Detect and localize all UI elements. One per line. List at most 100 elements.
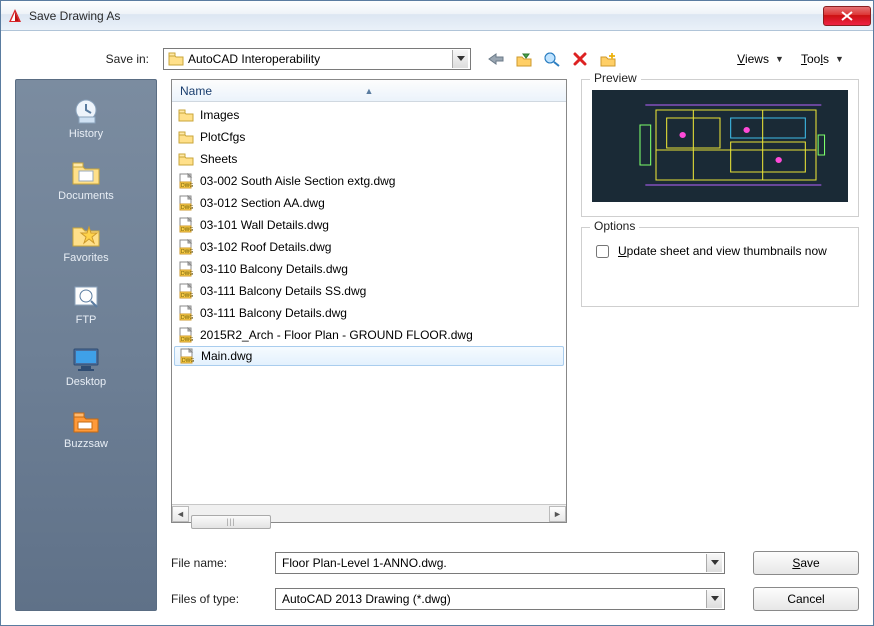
scroll-left-arrow[interactable]: ◄: [172, 506, 189, 522]
file-name: Main.dwg: [201, 349, 252, 363]
documents-icon: [68, 156, 104, 188]
search-web-button[interactable]: [543, 50, 561, 68]
dwg-file-icon: DWG: [178, 217, 194, 233]
filename-row: File name: Floor Plan-Level 1-ANNO.dwg. …: [171, 551, 859, 575]
chevron-down-icon[interactable]: [452, 50, 468, 68]
file-name: PlotCfgs: [200, 130, 245, 144]
save-drawing-as-dialog: Save Drawing As Save in: AutoCAD Interop…: [0, 0, 874, 626]
place-label: Favorites: [63, 252, 108, 264]
file-row[interactable]: PlotCfgs: [172, 126, 566, 148]
file-name: 03-002 South Aisle Section extg.dwg: [200, 174, 395, 188]
chevron-down-icon[interactable]: [706, 554, 722, 572]
file-name: 03-111 Balcony Details.dwg: [200, 306, 347, 320]
options-title: Options: [590, 219, 639, 233]
file-row[interactable]: DWG 03-111 Balcony Details.dwg: [172, 302, 566, 324]
views-menu[interactable]: Views: [735, 52, 771, 66]
file-name: 03-111 Balcony Details SS.dwg: [200, 284, 366, 298]
filetype-row: Files of type: AutoCAD 2013 Drawing (*.d…: [171, 587, 859, 611]
column-header-name[interactable]: Name ▲: [172, 80, 566, 102]
titlebar: Save Drawing As: [1, 1, 873, 31]
place-label: Documents: [58, 190, 114, 202]
update-thumbnails-row: Update sheet and view thumbnails now: [592, 244, 848, 261]
up-one-level-button[interactable]: [515, 50, 533, 68]
svg-text:DWG: DWG: [181, 315, 193, 321]
file-row[interactable]: DWG 03-002 South Aisle Section extg.dwg: [172, 170, 566, 192]
preview-title: Preview: [590, 71, 641, 85]
sort-ascending-icon: ▲: [365, 86, 374, 96]
place-label: Buzzsaw: [64, 438, 108, 450]
file-area: Name ▲ Images PlotCfgs Sheets DWG 03-002 Sou…: [157, 79, 859, 611]
places-bar: History Documents Favorites FTPDesktop Buzzs…: [15, 79, 157, 611]
place-item-ftp[interactable]: FTP: [16, 276, 156, 334]
file-row[interactable]: DWG 03-101 Wall Details.dwg: [172, 214, 566, 236]
file-name: 03-101 Wall Details.dwg: [200, 218, 329, 232]
bottom-rows: File name: Floor Plan-Level 1-ANNO.dwg. …: [171, 523, 859, 611]
savein-combo[interactable]: AutoCAD Interoperability: [163, 48, 471, 70]
file-name: 2015R2_Arch - Floor Plan - GROUND FLOOR.…: [200, 328, 473, 342]
window-title: Save Drawing As: [29, 9, 823, 23]
savein-row: Save in: AutoCAD Interoperability: [15, 45, 859, 73]
history-icon: [68, 94, 104, 126]
update-thumbnails-checkbox[interactable]: [596, 245, 609, 258]
svg-text:DWG: DWG: [182, 358, 194, 364]
file-name: 03-012 Section AA.dwg: [200, 196, 325, 210]
preview-group: Preview: [581, 79, 859, 217]
scroll-thumb[interactable]: [191, 515, 271, 529]
dwg-file-icon: DWG: [178, 195, 194, 211]
file-name: 03-110 Balcony Details.dwg: [200, 262, 348, 276]
dwg-file-icon: DWG: [178, 305, 194, 321]
file-row[interactable]: DWG 03-012 Section AA.dwg: [172, 192, 566, 214]
update-thumbnails-label[interactable]: Update sheet and view thumbnails now: [618, 244, 827, 258]
chevron-down-icon[interactable]: [706, 590, 722, 608]
new-folder-button[interactable]: [599, 50, 617, 68]
file-row[interactable]: DWG 03-102 Roof Details.dwg: [172, 236, 566, 258]
folder-icon: [178, 107, 194, 123]
filename-input[interactable]: Floor Plan-Level 1-ANNO.dwg.: [275, 552, 725, 574]
filetype-label: Files of type:: [171, 592, 265, 606]
save-button[interactable]: Save: [753, 551, 859, 575]
place-item-favorites[interactable]: Favorites: [16, 214, 156, 272]
toolbar: [487, 50, 617, 68]
back-button[interactable]: [487, 50, 505, 68]
cancel-button[interactable]: Cancel: [753, 587, 859, 611]
file-row[interactable]: DWG03-110 Balcony Details.dwg: [172, 258, 566, 280]
tools-menu[interactable]: Tools: [799, 52, 831, 66]
app-icon: [7, 8, 23, 24]
right-column: Preview: [581, 79, 859, 523]
svg-text:DWG: DWG: [181, 337, 193, 343]
main-row: History Documents Favorites FTPDesktop Buzzs…: [15, 79, 859, 611]
file-name: Images: [200, 108, 239, 122]
file-row[interactable]: DWG Main.dwg: [174, 346, 564, 366]
options-group: Options Update sheet and view thumbnails…: [581, 227, 859, 307]
dwg-file-icon: DWG: [178, 173, 194, 189]
file-name: 03-102 Roof Details.dwg: [200, 240, 331, 254]
cancel-label: Cancel: [787, 592, 824, 606]
dialog-body: Save in: AutoCAD Interoperability: [1, 31, 873, 625]
top-menus: Views ▼ Tools ▼: [735, 52, 859, 66]
file-row[interactable]: Images: [172, 104, 566, 126]
close-button[interactable]: [823, 6, 871, 26]
chevron-down-icon[interactable]: ▼: [775, 54, 785, 64]
dwg-file-icon: DWG: [178, 239, 194, 255]
place-item-history[interactable]: History: [16, 90, 156, 148]
folder-icon: [168, 51, 184, 67]
filename-value: Floor Plan-Level 1-ANNO.dwg.: [282, 556, 702, 570]
file-row[interactable]: Sheets: [172, 148, 566, 170]
filetype-combo[interactable]: AutoCAD 2013 Drawing (*.dwg): [275, 588, 725, 610]
file-row[interactable]: DWG 03-111 Balcony Details SS.dwg: [172, 280, 566, 302]
file-row[interactable]: DWG 2015R2_Arch - Floor Plan - GROUND FLO…: [172, 324, 566, 346]
place-item-documents[interactable]: Documents: [16, 152, 156, 210]
file-list[interactable]: Name ▲ Images PlotCfgs Sheets DWG 03-002 Sou…: [171, 79, 567, 523]
ftp-icon: [68, 280, 104, 312]
buzzsaw-icon: [68, 404, 104, 436]
place-item-buzzsaw[interactable]: Buzzsaw: [16, 400, 156, 458]
favorites-icon: [68, 218, 104, 250]
dwg-file-icon: DWG: [178, 283, 194, 299]
delete-button[interactable]: [571, 50, 589, 68]
chevron-down-icon[interactable]: ▼: [835, 54, 845, 64]
desktop-icon: [68, 342, 104, 374]
place-item-desktop[interactable]: Desktop: [16, 338, 156, 396]
scroll-right-arrow[interactable]: ►: [549, 506, 566, 522]
file-list-body[interactable]: Images PlotCfgs Sheets DWG 03-002 South Aisl…: [172, 102, 566, 504]
horizontal-scrollbar[interactable]: ◄ ►: [172, 504, 566, 522]
